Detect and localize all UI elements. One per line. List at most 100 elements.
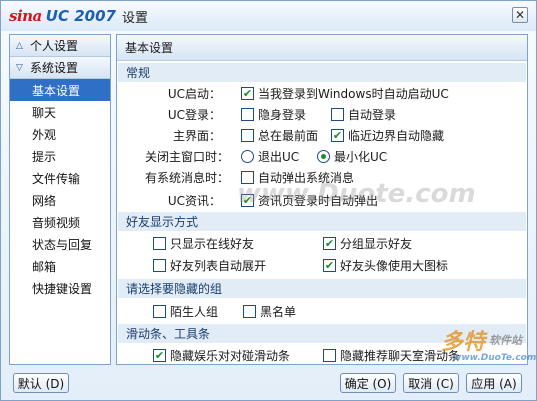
checkbox-box (241, 107, 254, 121)
blacklist-text: 黑名单 (260, 304, 297, 319)
section-friend-display: 好友显示方式 (118, 212, 526, 231)
hidden-login-checkbox[interactable]: 隐身登录 (241, 106, 306, 123)
settings-window: sina UC 2007 设置 ✕ △ 个人设置 ▽ 系统设置 基本设置 聊天 … (0, 0, 537, 401)
online-only-text: 只显示在线好友 (170, 236, 255, 251)
uc-startup-checkbox[interactable]: ✔ 当我登录到Windows时自动启动UC (241, 85, 449, 102)
auto-popup-sys-text: 自动弹出系统消息 (258, 170, 355, 185)
section-hidden-groups: 请选择要隐藏的组 (118, 279, 526, 298)
row-main-ui: 主界面： 总在最前面 ✔ 临近边界自动隐藏 (117, 125, 527, 145)
checkbox-box: ✔ (323, 236, 336, 250)
row-uc-login: UC登录： 隐身登录 自动登录 (117, 104, 527, 124)
checkbox-box (153, 236, 166, 250)
uc-news-label: UC资讯： (167, 193, 221, 208)
blacklist-checkbox[interactable]: 黑名单 (243, 303, 296, 320)
sina-logo: sina (9, 7, 42, 25)
always-top-text: 总在最前面 (258, 128, 319, 143)
checkbox-box (241, 128, 254, 142)
strangers-text: 陌生人组 (170, 304, 219, 319)
section-scrollbar-toolbar: 滑动条、工具条 (118, 324, 526, 343)
hidden-login-text: 隐身登录 (258, 107, 307, 122)
sidebar-category-label: 个人设置 (30, 39, 79, 53)
news-popup-text: 资讯页登录时自动弹出 (258, 193, 379, 208)
hide-chatroom-bar-text: 隐藏推荐聊天室滑动条 (340, 348, 461, 363)
sidebar-item-chat[interactable]: 聊天 (10, 101, 110, 123)
radio-circle (317, 149, 330, 163)
hide-game-bar-text: 隐藏娱乐对对碰滑动条 (170, 348, 291, 363)
row-uc-startup: UC启动： ✔ 当我登录到Windows时自动启动UC (117, 83, 527, 103)
minimize-uc-radio[interactable]: 最小化UC (317, 148, 387, 165)
strangers-checkbox[interactable]: 陌生人组 (153, 303, 218, 320)
close-icon: ✕ (514, 8, 526, 22)
sidebar-item-appearance[interactable]: 外观 (10, 123, 110, 145)
ok-button[interactable]: 确定 (O) (340, 373, 396, 393)
checkbox-box (323, 348, 336, 362)
apply-button[interactable]: 应用 (A) (466, 373, 522, 393)
list-auto-expand-text: 好友列表自动展开 (170, 258, 267, 273)
row-uc-news: UC资讯： ✔ 资讯页登录时自动弹出 (117, 190, 527, 210)
group-display-text: 分组显示好友 (340, 236, 413, 251)
sidebar-item-network[interactable]: 网络 (10, 189, 110, 211)
sidebar-category-personal[interactable]: △ 个人设置 (10, 35, 110, 57)
row-sys-msg: 有系统消息时： 自动弹出系统消息 (117, 167, 527, 187)
edge-hide-text: 临近边界自动隐藏 (348, 128, 445, 143)
sidebar-item-mailbox[interactable]: 邮箱 (10, 255, 110, 277)
checkbox-box: ✔ (241, 86, 254, 100)
always-top-checkbox[interactable]: 总在最前面 (241, 127, 318, 144)
large-avatar-text: 好友头像使用大图标 (340, 258, 449, 273)
cancel-button[interactable]: 取消 (C) (403, 373, 459, 393)
sidebar-item-basic[interactable]: 基本设置 (10, 79, 110, 101)
checkbox-box: ✔ (153, 348, 166, 362)
uc-logo: UC 2007 (45, 7, 116, 25)
checkbox-box (153, 304, 166, 318)
exit-uc-radio[interactable]: 退出UC (241, 148, 299, 165)
row-close-main: 关闭主窗口时： 退出UC 最小化UC (117, 146, 527, 166)
radio-circle (241, 149, 254, 163)
collapse-triangle-icon: △ (16, 40, 23, 51)
main-ui-label: 主界面： (172, 128, 221, 143)
checkbox-box: ✔ (241, 193, 254, 207)
online-only-checkbox[interactable]: 只显示在线好友 (153, 235, 254, 252)
sidebar-item-file-transfer[interactable]: 文件传输 (10, 167, 110, 189)
row-friend-display-2: 好友列表自动展开 ✔ 好友头像使用大图标 (117, 255, 527, 275)
close-button[interactable]: ✕ (512, 7, 528, 23)
checkbox-box: ✔ (331, 128, 344, 142)
checkbox-box (243, 304, 256, 318)
sidebar-category-system[interactable]: ▽ 系统设置 (10, 57, 110, 79)
uc-startup-text: 当我登录到Windows时自动启动UC (258, 86, 449, 101)
window-title: 设置 (121, 10, 148, 26)
sidebar-item-audio-video[interactable]: 音频视频 (10, 211, 110, 233)
checkbox-box (241, 170, 254, 184)
content-panel: 基本设置 常规 UC启动： ✔ 当我登录到Windows时自动启动UC UC登录… (116, 34, 528, 365)
title-bar[interactable]: sina UC 2007 设置 ✕ (1, 1, 536, 31)
row-scrollbar-toolbar: ✔ 隐藏娱乐对对碰滑动条 隐藏推荐聊天室滑动条 (117, 345, 527, 365)
auto-login-checkbox[interactable]: 自动登录 (331, 106, 396, 123)
edge-hide-checkbox[interactable]: ✔ 临近边界自动隐藏 (331, 127, 444, 144)
checkbox-box (331, 107, 344, 121)
close-main-label: 关闭主窗口时： (144, 149, 229, 164)
minimize-uc-text: 最小化UC (334, 149, 388, 164)
auto-popup-sys-checkbox[interactable]: 自动弹出系统消息 (241, 169, 354, 186)
sidebar-item-notifications[interactable]: 提示 (10, 145, 110, 167)
group-display-checkbox[interactable]: ✔ 分组显示好友 (323, 235, 412, 252)
large-avatar-checkbox[interactable]: ✔ 好友头像使用大图标 (323, 257, 448, 274)
sidebar: △ 个人设置 ▽ 系统设置 基本设置 聊天 外观 提示 文件传输 网络 音频视频… (9, 34, 111, 365)
hide-game-bar-checkbox[interactable]: ✔ 隐藏娱乐对对碰滑动条 (153, 347, 290, 364)
list-auto-expand-checkbox[interactable]: 好友列表自动展开 (153, 257, 266, 274)
sidebar-item-hotkeys[interactable]: 快捷键设置 (10, 277, 110, 299)
expand-triangle-icon: ▽ (16, 62, 23, 73)
row-friend-display-1: 只显示在线好友 ✔ 分组显示好友 (117, 233, 527, 253)
row-hidden-groups: 陌生人组 黑名单 (117, 301, 527, 321)
sys-msg-label: 有系统消息时： (144, 170, 229, 185)
default-button[interactable]: 默认 (D) (13, 373, 69, 393)
content-header: 基本设置 (117, 35, 527, 61)
hide-chatroom-bar-checkbox[interactable]: 隐藏推荐聊天室滑动条 (323, 347, 460, 364)
checkbox-box: ✔ (323, 258, 336, 272)
exit-uc-text: 退出UC (258, 149, 300, 164)
sidebar-item-status-reply[interactable]: 状态与回复 (10, 233, 110, 255)
section-general: 常规 (118, 63, 526, 82)
checkbox-box (153, 258, 166, 272)
uc-login-label: UC登录： (167, 107, 221, 122)
auto-login-text: 自动登录 (348, 107, 397, 122)
sidebar-category-label: 系统设置 (30, 61, 79, 75)
news-popup-checkbox[interactable]: ✔ 资讯页登录时自动弹出 (241, 192, 378, 209)
